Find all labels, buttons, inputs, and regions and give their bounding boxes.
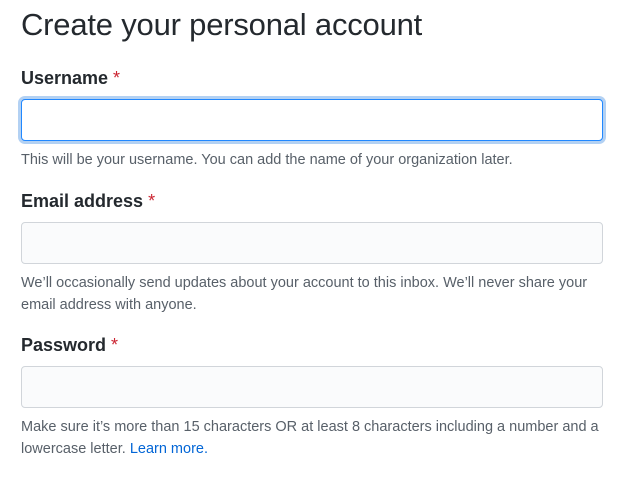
username-note: This will be your username. You can add … (21, 152, 513, 168)
username-label: Username (21, 68, 109, 88)
email-input[interactable] (21, 222, 603, 264)
email-note: We’ll occasionally send updates about yo… (21, 275, 588, 313)
required-marker: * (148, 191, 156, 211)
password-label-row: Password * (21, 333, 603, 357)
username-field-group: Username * This will be your username. Yo… (21, 66, 603, 171)
learn-more-link[interactable]: Learn more. (130, 441, 208, 457)
email-field-group: Email address * We’ll occasionally send u… (21, 189, 603, 316)
password-field-group: Password * Make sure it’s more than 15 ch… (21, 333, 603, 460)
password-input[interactable] (21, 366, 603, 408)
password-note: Make sure it’s more than 15 characters O… (21, 416, 603, 460)
required-marker: * (113, 68, 121, 88)
username-label-row: Username * (21, 66, 603, 90)
email-label: Email address (21, 191, 144, 211)
username-input[interactable] (21, 99, 603, 141)
page-title: Create your personal account (21, 7, 423, 42)
password-note-text: Make sure it’s more than 15 characters O… (21, 419, 599, 457)
required-marker: * (111, 335, 119, 355)
email-label-row: Email address * (21, 189, 603, 213)
password-label: Password (21, 335, 107, 355)
